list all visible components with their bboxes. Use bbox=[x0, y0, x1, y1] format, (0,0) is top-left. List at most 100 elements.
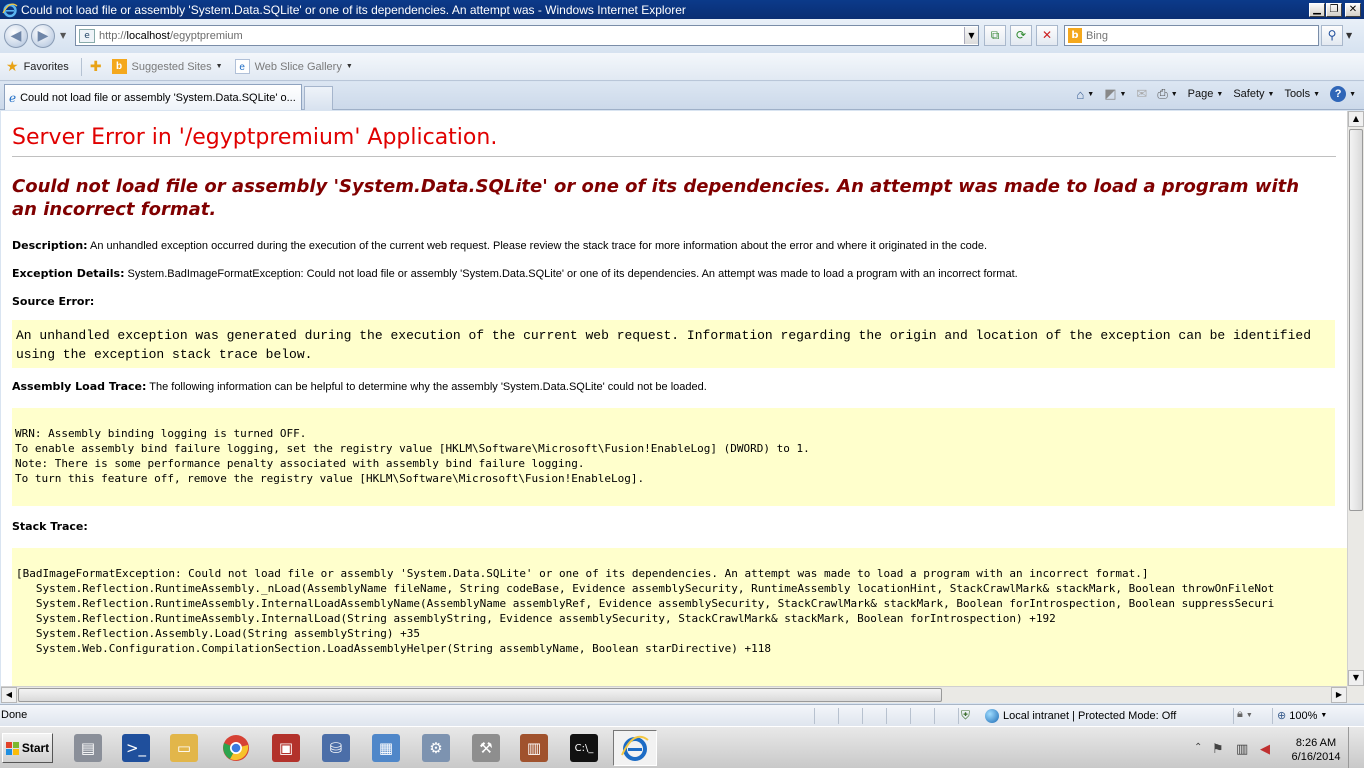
help-icon: ? bbox=[1330, 86, 1347, 102]
read-mail-button[interactable]: ✉ bbox=[1136, 86, 1147, 102]
scroll-left-button[interactable]: ◀ bbox=[1, 687, 17, 703]
scroll-up-button[interactable]: ▲ bbox=[1348, 111, 1364, 127]
volume-muted-icon[interactable]: ◀︎ bbox=[1260, 742, 1270, 757]
source-error-label: Source Error: bbox=[12, 295, 95, 308]
chevron-down-icon: ▼ bbox=[1087, 90, 1095, 98]
status-bar: Done ⛨ Local intranet | Protected Mode: … bbox=[0, 704, 1364, 726]
show-hidden-icons-button[interactable]: ⌃ bbox=[1194, 742, 1202, 753]
url-scheme: http:// bbox=[99, 29, 127, 42]
description-text: An unhandled exception occurred during t… bbox=[87, 240, 988, 252]
chevron-down-icon: ▼ bbox=[1119, 90, 1127, 98]
system-clock[interactable]: 8:26 AM 6/16/2014 bbox=[1286, 736, 1346, 764]
taskbar-app-server-manager[interactable]: ▤ bbox=[66, 730, 110, 766]
network-icon[interactable]: ▥ bbox=[1236, 742, 1248, 757]
page-menu[interactable]: Page ▼ bbox=[1188, 88, 1224, 100]
taskbar-app-explorer[interactable]: ▭ bbox=[162, 730, 206, 766]
action-center-flag-icon[interactable]: ⚑ bbox=[1212, 742, 1224, 757]
start-button[interactable]: Start bbox=[2, 733, 53, 763]
search-box[interactable]: b bbox=[1064, 25, 1319, 46]
url-host: localhost bbox=[126, 29, 170, 42]
back-button[interactable]: ◀ bbox=[4, 24, 28, 48]
address-url[interactable]: http://localhost/egyptpremium bbox=[99, 30, 964, 42]
tab-current-page[interactable]: ℯ Could not load file or assembly 'Syste… bbox=[4, 84, 302, 110]
taskbar-app-powershell[interactable]: >_ bbox=[114, 730, 158, 766]
address-dropdown-button[interactable]: ▼ bbox=[964, 27, 978, 44]
add-to-favorites-bar-icon[interactable]: ✚ bbox=[90, 58, 102, 75]
help-menu[interactable]: ? ▼ bbox=[1330, 86, 1356, 102]
chrome-icon bbox=[223, 735, 249, 761]
refresh-button[interactable]: ⟳ bbox=[1010, 25, 1032, 46]
print-button[interactable]: ⎙ ▼ bbox=[1157, 86, 1177, 102]
web-slice-gallery-label: Web Slice Gallery bbox=[254, 60, 342, 73]
chevron-down-icon: ▼ bbox=[1245, 712, 1253, 719]
stop-button[interactable]: ✕ bbox=[1036, 25, 1058, 46]
favorites-star-icon: ★ bbox=[6, 58, 19, 74]
restore-button[interactable]: ❐ bbox=[1326, 2, 1342, 17]
vertical-scroll-thumb[interactable] bbox=[1349, 129, 1363, 511]
safety-menu-label: Safety bbox=[1233, 88, 1265, 100]
forward-button[interactable]: ▶ bbox=[31, 24, 55, 48]
taskbar-app-command-prompt[interactable]: C:\_ bbox=[562, 730, 606, 766]
security-zone[interactable]: Local intranet | Protected Mode: Off bbox=[985, 709, 1176, 723]
recent-pages-dropdown[interactable]: ▼ bbox=[60, 31, 66, 40]
page-content[interactable]: Server Error in '/egyptpremium' Applicat… bbox=[1, 111, 1347, 686]
minimize-button[interactable]: ▁ bbox=[1309, 2, 1325, 17]
tools-menu[interactable]: Tools ▼ bbox=[1284, 88, 1320, 100]
close-window-button[interactable]: ✕ bbox=[1345, 2, 1361, 17]
horizontal-scroll-thumb[interactable] bbox=[18, 688, 942, 702]
scroll-right-button[interactable]: ▶ bbox=[1331, 687, 1347, 703]
taskbar-app-toolbox[interactable]: ▣ bbox=[264, 730, 308, 766]
arrow-up-icon: ▲ bbox=[1352, 114, 1360, 123]
status-divider bbox=[838, 708, 839, 724]
zoom-level: 100% bbox=[1289, 709, 1318, 722]
taskbar-app-sql-server[interactable]: ⛁ bbox=[314, 730, 358, 766]
favorites-button[interactable]: ★ Favorites bbox=[6, 58, 69, 75]
status-divider bbox=[862, 708, 863, 724]
address-toolbar: ◀ ▶ ▼ e http://localhost/egyptpremium ▼ … bbox=[0, 19, 1364, 53]
taskbar-app-remote-desktop[interactable]: ▦ bbox=[364, 730, 408, 766]
bing-icon: b bbox=[111, 59, 127, 74]
scrollbar-corner bbox=[1347, 686, 1364, 703]
compatibility-view-icon: ⧉ bbox=[990, 28, 1000, 42]
taskbar-app-firewall[interactable]: ▥ bbox=[512, 730, 556, 766]
taskbar-app-internet-explorer[interactable] bbox=[613, 730, 657, 766]
zoom-control[interactable]: ⊕ 100% ▼ bbox=[1277, 709, 1327, 723]
forward-arrow-icon: ▶ bbox=[37, 28, 49, 44]
address-bar[interactable]: e http://localhost/egyptpremium ▼ bbox=[75, 25, 979, 46]
assembly-load-trace-intro: The following information can be helpful… bbox=[146, 381, 707, 393]
window-title-bar[interactable]: Could not load file or assembly 'System.… bbox=[0, 0, 1364, 19]
zoom-icon: ⊕ bbox=[1277, 710, 1287, 722]
show-desktop-button[interactable] bbox=[1348, 727, 1364, 768]
search-options-dropdown[interactable]: ▼ bbox=[1346, 31, 1352, 40]
page-icon: e bbox=[79, 28, 95, 43]
popup-blocker-icon[interactable]: ⛨ bbox=[961, 708, 970, 723]
protected-mode-icon[interactable]: 🔒︎ ▼ bbox=[1237, 708, 1253, 721]
tab-label: Could not load file or assembly 'System.… bbox=[20, 91, 296, 104]
page-menu-label: Page bbox=[1187, 88, 1214, 100]
vertical-scrollbar[interactable]: ▲ ▼ bbox=[1347, 111, 1364, 686]
home-button[interactable]: ⌂ ▼ bbox=[1076, 87, 1094, 102]
toolbox-icon: ▣ bbox=[272, 734, 300, 762]
safety-menu[interactable]: Safety ▼ bbox=[1233, 88, 1274, 100]
start-label: Start bbox=[21, 741, 50, 755]
new-tab-button[interactable] bbox=[304, 86, 333, 110]
compatibility-view-button[interactable]: ⧉ bbox=[984, 25, 1006, 46]
taskbar-app-iis-manager[interactable]: ⚙ bbox=[414, 730, 458, 766]
status-divider bbox=[1233, 708, 1234, 724]
web-slice-gallery-link[interactable]: e Web Slice Gallery ▼ bbox=[234, 59, 353, 74]
suggested-sites-link[interactable]: b Suggested Sites ▼ bbox=[111, 59, 223, 74]
scroll-down-button[interactable]: ▼ bbox=[1348, 670, 1364, 686]
taskbar-app-tools[interactable]: ⚒ bbox=[464, 730, 508, 766]
feeds-button[interactable]: ◩ ▼ bbox=[1104, 86, 1126, 102]
description-label: Description: bbox=[12, 239, 88, 252]
search-input[interactable] bbox=[1086, 29, 1318, 42]
exception-details-label: Exception Details: bbox=[12, 267, 125, 280]
taskbar-app-chrome[interactable] bbox=[214, 730, 258, 766]
exception-details-text: System.BadImageFormatException: Could no… bbox=[124, 268, 1018, 280]
page-title: Server Error in '/egyptpremium' Applicat… bbox=[12, 125, 1336, 157]
search-button[interactable]: ⚲ bbox=[1321, 25, 1343, 46]
stop-icon: ✕ bbox=[1041, 28, 1053, 42]
system-tray: ⌃ ⚑ ▥ ◀︎ 8:26 AM 6/16/2014 bbox=[1186, 727, 1364, 768]
horizontal-scrollbar[interactable]: ◀ ▶ bbox=[1, 686, 1347, 703]
arrow-down-icon: ▼ bbox=[1352, 673, 1360, 682]
